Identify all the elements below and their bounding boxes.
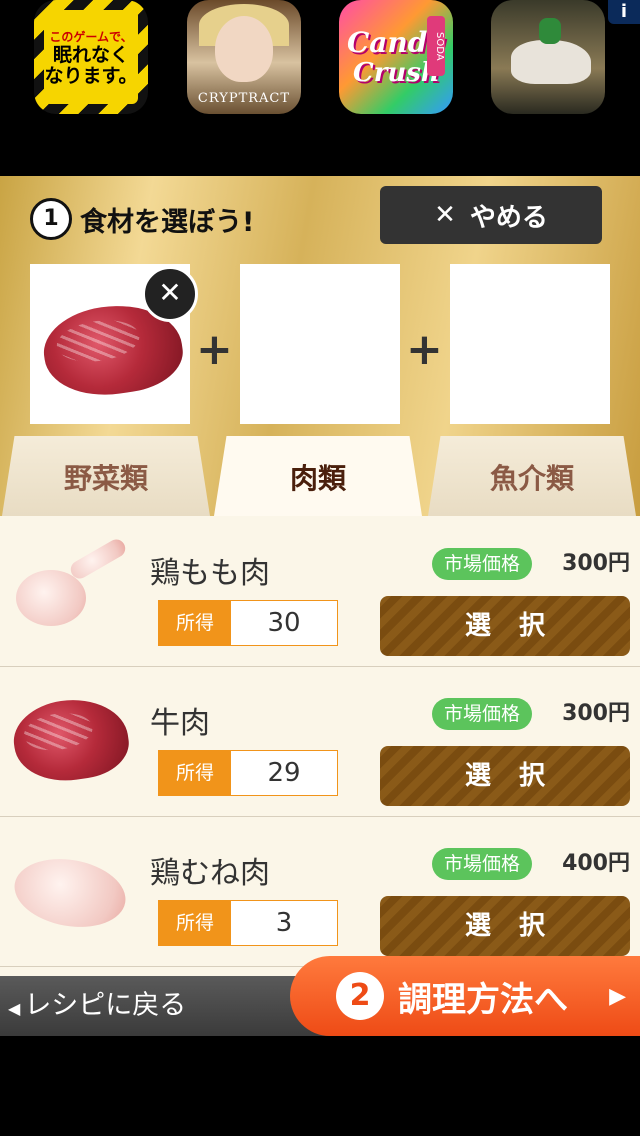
ad-icon-horse-racing[interactable]	[491, 0, 605, 114]
back-to-recipe-button[interactable]: ◀ レシピに戻る	[8, 976, 186, 1036]
plus-icon: +	[196, 324, 233, 375]
forward-arrow-icon: ▶	[609, 983, 626, 1009]
item-price: 400円	[562, 851, 630, 876]
step-heading: 1 食材を選ぼう!	[30, 198, 254, 240]
chicken-thigh-body	[16, 570, 86, 626]
tab-seafood[interactable]: 魚介類	[428, 436, 636, 516]
remove-ingredient-button[interactable]: ✕	[142, 266, 198, 322]
market-price-badge: 市場価格	[432, 548, 532, 580]
ingredient-list: 鶏もも肉 市場価格 300円 所得 30 選択 牛肉 市場価格 300円 所得 …	[0, 516, 640, 980]
next-label: 調理方法へ	[398, 979, 568, 1020]
info-icon[interactable]: i	[608, 0, 640, 24]
ad2-title: CRYPTRACT	[197, 91, 291, 106]
chicken-thigh-bone	[67, 536, 129, 582]
list-item: 牛肉 市場価格 300円 所得 29 選択	[0, 666, 640, 817]
owned-value: 30	[267, 608, 301, 638]
item-price: 300円	[562, 551, 630, 576]
select-button[interactable]: 選択	[380, 896, 630, 956]
owned-label: 所得	[159, 901, 231, 945]
tab-vegetables[interactable]: 野菜類	[2, 436, 210, 516]
owned-label: 所得	[159, 751, 231, 795]
chicken-thigh-icon	[10, 536, 134, 640]
ad1-line1: このゲームで、	[49, 29, 133, 44]
chicken-breast-shape	[9, 850, 131, 936]
ad-icon-cryptract[interactable]: CRYPTRACT	[187, 0, 301, 114]
owned-value: 3	[275, 908, 293, 938]
item-price: 300円	[562, 701, 630, 726]
item-name: 鶏むね肉	[150, 856, 270, 891]
step-number: 2	[336, 972, 384, 1020]
market-price-badge: 市場価格	[432, 848, 532, 880]
ad-icon-candy-crush[interactable]: Candy Crush SODA	[339, 0, 453, 114]
plus-icon: +	[406, 324, 443, 375]
select-button[interactable]: 選択	[380, 746, 630, 806]
list-item: 鶏むね肉 市場価格 400円 所得 3 選択	[0, 816, 640, 967]
select-button[interactable]: 選択	[380, 596, 630, 656]
step-number: 1	[30, 198, 72, 240]
list-item: 鶏もも肉 市場価格 300円 所得 30 選択	[0, 516, 640, 667]
back-label: レシピに戻る	[24, 990, 187, 1021]
beef-shape	[8, 692, 134, 788]
market-price-badge: 市場価格	[432, 698, 532, 730]
ingredient-slot-2[interactable]	[240, 264, 400, 424]
tab-meat[interactable]: 肉類	[214, 436, 422, 516]
owned-count: 所得 29	[158, 750, 338, 796]
ad1-line2: 眠れなく	[52, 43, 129, 66]
next-cooking-method-button[interactable]: 2 調理方法へ ▶	[290, 956, 640, 1036]
ingredient-slot-3[interactable]	[450, 264, 610, 424]
ad-bar: このゲームで、 眠れなく なります。 CRYPTRACT Candy Crush…	[0, 0, 640, 176]
close-icon: ✕	[434, 200, 456, 230]
jockey-icon	[539, 18, 561, 44]
owned-value: 29	[267, 758, 301, 788]
item-name: 牛肉	[150, 706, 210, 741]
item-name: 鶏もも肉	[150, 556, 270, 591]
chicken-breast-icon	[9, 840, 134, 940]
owned-label: 所得	[159, 601, 231, 645]
quit-label: やめる	[469, 202, 548, 233]
ad3-badge: SODA	[427, 16, 445, 76]
ad1-line3: なります。	[44, 64, 138, 87]
quit-button[interactable]: ✕ やめる	[380, 186, 602, 244]
bottom-blank-area	[0, 1036, 640, 1136]
character-face-icon	[215, 16, 273, 82]
horse-icon	[511, 40, 591, 84]
owned-count: 所得 3	[158, 900, 338, 946]
beef-icon	[8, 690, 134, 790]
ad-icon-1-inner: このゲームで、 眠れなく なります。	[44, 10, 138, 104]
ad-icon-game-1[interactable]: このゲームで、 眠れなく なります。	[34, 0, 148, 114]
step-title: 食材を選ぼう!	[80, 206, 255, 238]
owned-count: 所得 30	[158, 600, 338, 646]
back-arrow-icon: ◀	[8, 999, 21, 1018]
